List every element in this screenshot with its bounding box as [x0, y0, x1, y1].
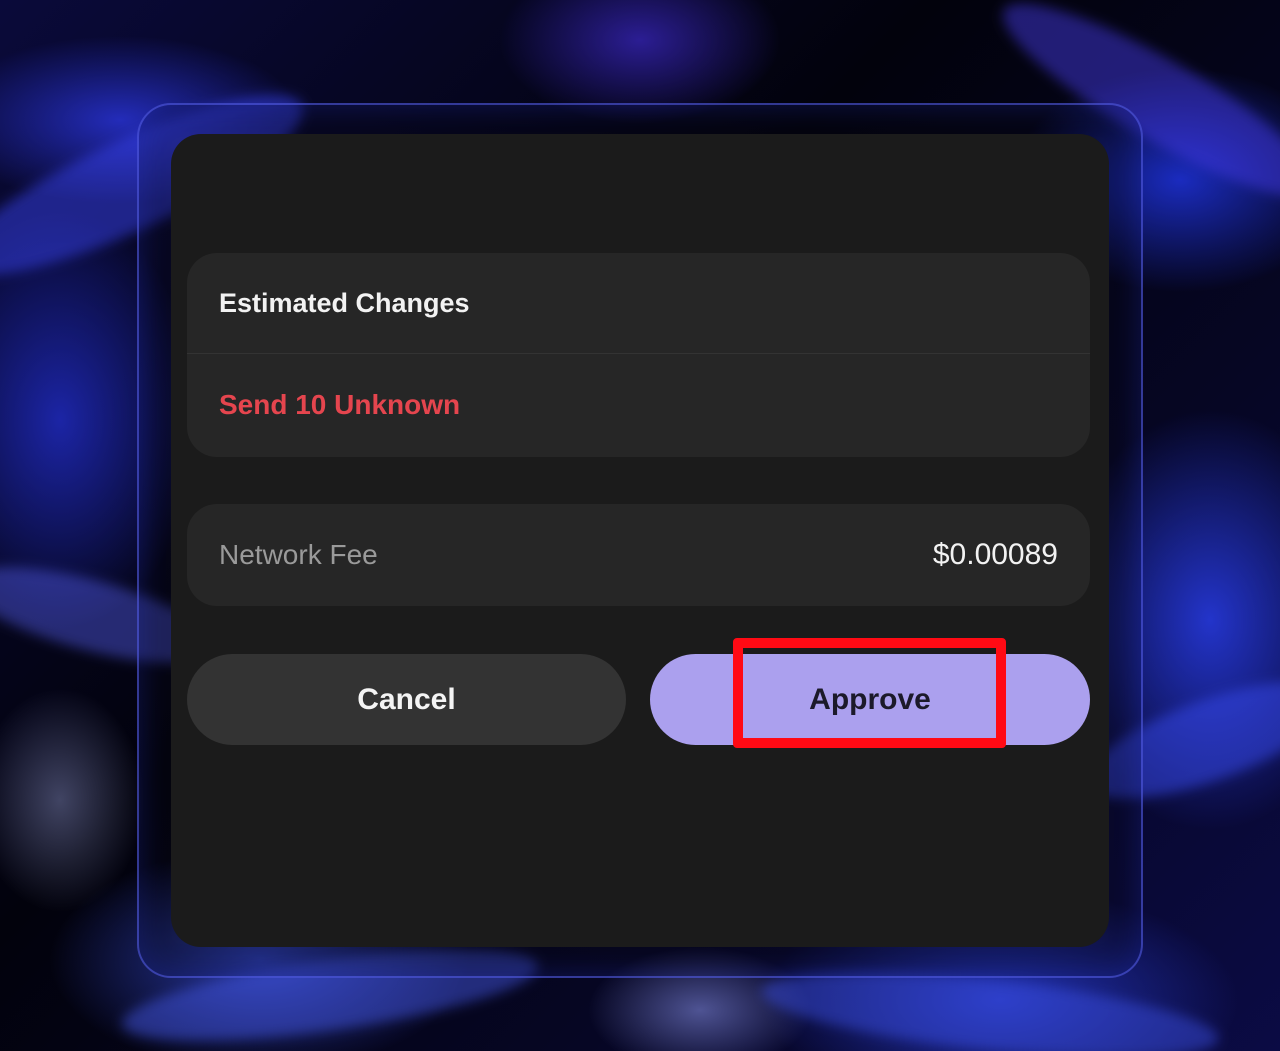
estimated-changes-title: Estimated Changes [219, 287, 470, 318]
network-fee-card: Network Fee $0.00089 [187, 504, 1090, 606]
cancel-button[interactable]: Cancel [187, 654, 626, 745]
send-amount-text: Send 10 Unknown [219, 389, 461, 420]
estimated-changes-card: Estimated Changes Send 10 Unknown [187, 253, 1090, 457]
transaction-approval-dialog: Estimated Changes Send 10 Unknown Networ… [171, 134, 1109, 947]
network-fee-label: Network Fee [219, 539, 378, 570]
estimated-changes-header: Estimated Changes [187, 253, 1090, 354]
network-fee-value: $0.00089 [932, 538, 1058, 571]
estimated-change-item: Send 10 Unknown [187, 354, 1090, 456]
approve-button[interactable]: Approve [650, 654, 1090, 745]
